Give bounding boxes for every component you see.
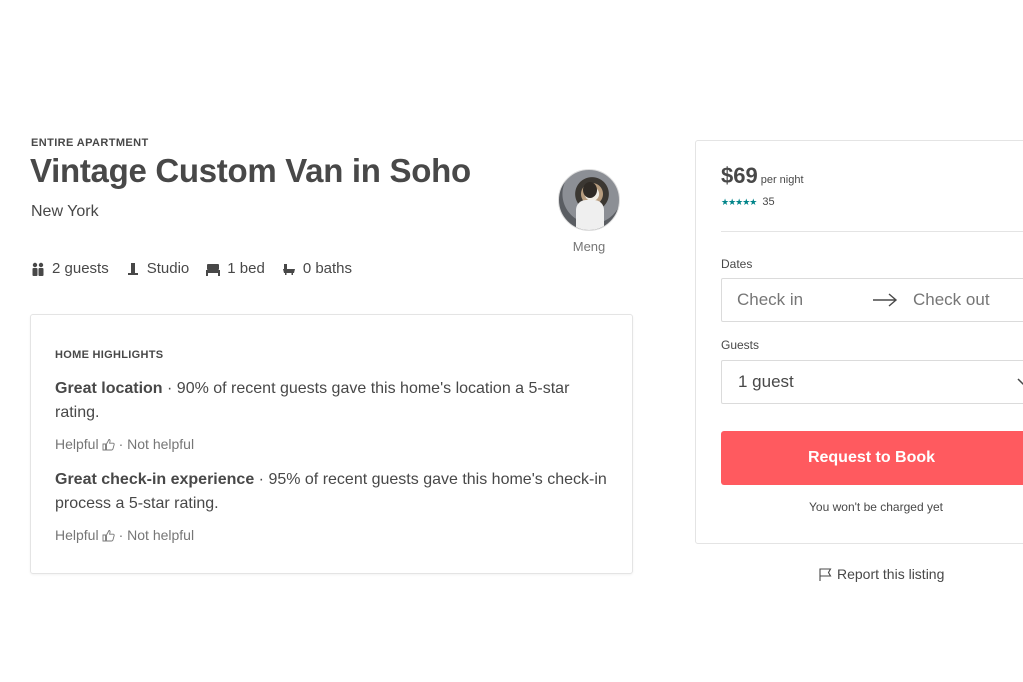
host-avatar[interactable] xyxy=(558,169,620,231)
listing-type-label: ENTIRE APARTMENT xyxy=(31,137,149,149)
dates-label: Dates xyxy=(721,257,753,271)
highlight-item-location: Great location · 90% of recent guests ga… xyxy=(55,377,615,425)
dates-picker[interactable]: Check in Check out xyxy=(721,278,1023,322)
guests-label: Guests xyxy=(721,338,760,352)
listing-title: Vintage Custom Van in Soho xyxy=(30,152,471,189)
guests-select[interactable]: 1 guest xyxy=(721,360,1023,404)
amenity-label: 0 baths xyxy=(302,260,353,277)
amenity-studio: Studio xyxy=(126,260,190,277)
thumbs-up-icon[interactable] xyxy=(102,529,115,542)
bed-icon xyxy=(206,263,221,276)
guests-value: 1 guest xyxy=(738,372,794,391)
chevron-down-icon xyxy=(1017,378,1023,386)
amenity-guests: 2 guests xyxy=(31,260,109,277)
rating-summary[interactable]: ★★★★★ 35 xyxy=(721,196,775,208)
per-night-label: per night xyxy=(760,174,804,186)
bath-icon xyxy=(282,263,295,275)
check-out-field[interactable]: Check out xyxy=(913,290,990,310)
no-charge-note: You won't be charged yet xyxy=(809,500,943,514)
divider xyxy=(721,231,1023,232)
highlights-title: HOME HIGHLIGHTS xyxy=(55,349,164,361)
highlight-heading: Great check-in experience xyxy=(55,471,255,488)
amenity-label: Studio xyxy=(146,260,190,277)
price-value: $69 xyxy=(721,163,758,188)
not-helpful-link[interactable]: · Not helpful xyxy=(119,436,194,452)
amenity-bed: 1 bed xyxy=(206,260,265,277)
home-highlights-card: HOME HIGHLIGHTS Great location · 90% of … xyxy=(30,314,633,574)
thumbs-up-icon[interactable] xyxy=(102,438,115,451)
amenities-row: 2 guests Studio 1 bed 0 baths xyxy=(31,260,369,277)
highlight-item-checkin: Great check-in experience · 95% of recen… xyxy=(55,468,615,516)
listing-location: New York xyxy=(31,203,99,220)
studio-icon xyxy=(127,262,138,275)
report-label[interactable]: Report this listing xyxy=(837,566,944,582)
not-helpful-link[interactable]: · Not helpful xyxy=(119,527,194,543)
host-name[interactable]: Meng xyxy=(558,239,620,254)
amenity-label: 1 bed xyxy=(227,260,265,277)
highlight-feedback: Helpful · Not helpful xyxy=(55,527,194,543)
highlight-heading: Great location xyxy=(55,380,163,397)
host-profile[interactable]: Meng xyxy=(558,169,620,254)
review-count: 35 xyxy=(762,196,775,208)
check-in-field[interactable]: Check in xyxy=(737,290,803,310)
highlight-feedback: Helpful · Not helpful xyxy=(55,436,194,452)
guests-icon xyxy=(32,262,44,276)
amenity-label: 2 guests xyxy=(52,260,109,277)
helpful-link[interactable]: Helpful xyxy=(55,527,99,543)
booking-panel: $69 per night ★★★★★ 35 Dates Check in Che… xyxy=(695,140,1023,544)
amenity-bath: 0 baths xyxy=(282,260,352,277)
star-rating-icon: ★★★★★ xyxy=(721,196,757,207)
helpful-link[interactable]: Helpful xyxy=(55,436,99,452)
report-listing-link[interactable]: Report this listing xyxy=(818,566,944,582)
request-to-book-button[interactable]: Request to Book xyxy=(721,431,1023,485)
arrow-right-icon xyxy=(873,293,898,307)
flag-icon xyxy=(819,567,832,581)
nightly-price: $69 per night xyxy=(721,163,804,189)
